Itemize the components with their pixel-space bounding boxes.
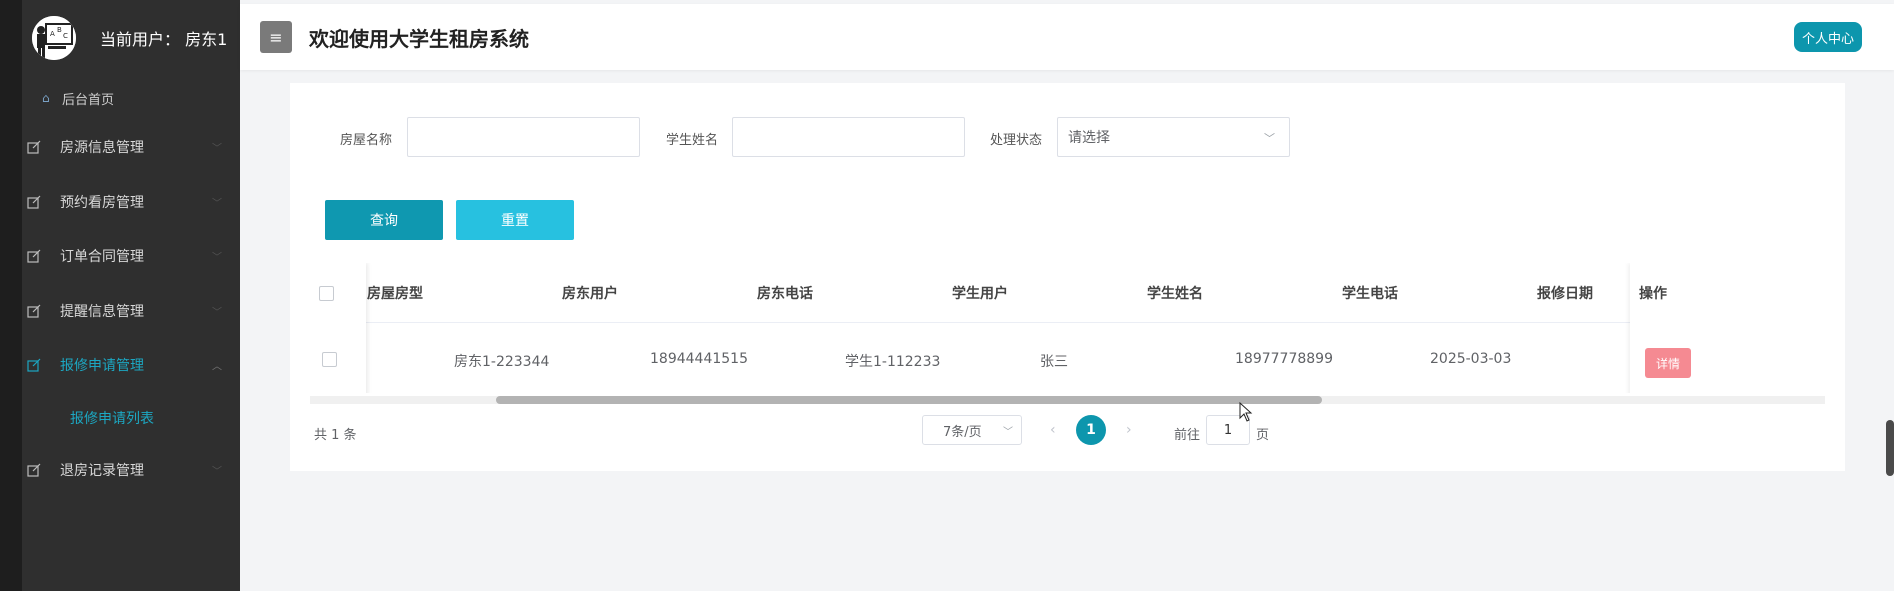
sidebar: A B C 当前用户： 房东1 ⌂ 后台首页 房源信息管理 ﹀ 预约看房管理 ﹀: [22, 0, 240, 591]
home-icon: ⌂: [42, 91, 50, 105]
current-page-button[interactable]: 1: [1076, 415, 1106, 445]
current-user-label: 当前用户： 房东1: [100, 30, 228, 49]
page-title: 欢迎使用大学生租房系统: [309, 26, 529, 51]
row-checkbox[interactable]: [322, 352, 337, 367]
goto-suffix: 页: [1256, 428, 1270, 443]
column-header: 房东电话: [757, 286, 813, 302]
edit-icon: [26, 248, 42, 264]
column-header: 操作: [1639, 286, 1667, 302]
chevron-down-icon: ﹀: [212, 252, 222, 264]
fixed-action-column: 操作 详情: [1630, 263, 1825, 393]
hamburger-icon: ≡: [269, 27, 283, 47]
column-header: 报修日期: [1537, 286, 1593, 302]
sidebar-item-home[interactable]: ⌂ 后台首页: [22, 76, 240, 120]
chevron-down-icon: ﹀: [1264, 132, 1275, 145]
menu-toggle-button[interactable]: ≡: [260, 21, 292, 53]
cell-student-name: 张三: [1040, 354, 1068, 370]
goto-prefix: 前往: [1174, 428, 1201, 443]
filter-bar: 房屋名称 学生姓名 处理状态 请选择 ﹀: [290, 117, 1845, 157]
avatar: A B C: [32, 16, 76, 60]
cell-repair-date: 2025-03-03: [1430, 351, 1512, 367]
edit-icon: [26, 139, 42, 155]
cell-student-phone: 18977778899: [1235, 351, 1333, 367]
page-size-value: 7条/页: [943, 424, 982, 440]
sidebar-item-label: 退房记录管理: [60, 462, 144, 479]
top-bar: ≡ 欢迎使用大学生租房系统 个人中心: [240, 4, 1894, 70]
sidebar-header: A B C 当前用户： 房东1: [22, 0, 240, 76]
detail-button[interactable]: 详情: [1645, 348, 1691, 378]
edit-icon: [26, 357, 42, 373]
sidebar-subitem-repair-list[interactable]: 报修申请列表: [22, 393, 240, 443]
column-header: 房东用户: [562, 286, 618, 302]
reset-button[interactable]: 重置: [456, 200, 574, 240]
vertical-scrollbar[interactable]: [1886, 420, 1894, 476]
prev-page-icon[interactable]: ‹: [1050, 422, 1056, 438]
page-size-select[interactable]: 7条/页 ﹀: [922, 415, 1022, 445]
sidebar-item-label: 后台首页: [62, 92, 115, 108]
fixed-selection-column: [310, 263, 366, 393]
teacher-avatar-icon: A B C: [32, 16, 76, 60]
house-name-label: 房屋名称: [340, 133, 393, 148]
horizontal-scrollbar[interactable]: [310, 396, 1825, 404]
sidebar-item-reminders[interactable]: 提醒信息管理 ﹀: [22, 284, 240, 339]
sidebar-item-label: 房源信息管理: [60, 140, 144, 157]
mouse-cursor-icon: [1239, 402, 1253, 422]
chevron-down-icon: ﹀: [212, 307, 222, 319]
sidebar-item-label: 提醒信息管理: [60, 303, 144, 320]
edit-icon: [26, 462, 42, 478]
sidebar-item-viewing[interactable]: 预约看房管理 ﹀: [22, 175, 240, 230]
table-row: 房东1-223344 18944441515 学生1-112233 张三 189…: [310, 323, 1825, 393]
svg-text:A: A: [50, 30, 55, 38]
table-header: 房屋房型 房东用户 房东电话 学生用户 学生姓名 学生电话 报修日期: [310, 263, 1825, 323]
status-label: 处理状态: [990, 133, 1043, 148]
status-select-placeholder: 请选择: [1068, 130, 1110, 146]
edit-icon: [26, 194, 42, 210]
content-card: 房屋名称 学生姓名 处理状态 请选择 ﹀ 查询 重置 房屋房型 房东用户 房东电…: [290, 83, 1845, 471]
sidebar-item-checkout[interactable]: 退房记录管理 ﹀: [22, 443, 240, 498]
sidebar-item-label: 报修申请管理: [60, 358, 144, 375]
query-button[interactable]: 查询: [325, 200, 443, 240]
sidebar-item-orders[interactable]: 订单合同管理 ﹀: [22, 229, 240, 284]
column-header: 学生姓名: [1147, 286, 1203, 302]
chevron-down-icon: ﹀: [212, 143, 222, 155]
cell-landlord-phone: 18944441515: [650, 351, 748, 367]
sidebar-item-label: 订单合同管理: [60, 249, 144, 266]
status-select[interactable]: 请选择 ﹀: [1057, 117, 1290, 157]
cell-student-user: 学生1-112233: [845, 354, 941, 370]
repair-table: 房屋房型 房东用户 房东电话 学生用户 学生姓名 学生电话 报修日期 房东1-2…: [310, 263, 1825, 393]
select-all-checkbox[interactable]: [319, 286, 334, 301]
personal-center-button[interactable]: 个人中心: [1793, 22, 1862, 52]
next-page-icon[interactable]: ›: [1126, 422, 1132, 438]
student-name-input[interactable]: [732, 117, 965, 157]
sidebar-item-house-info[interactable]: 房源信息管理 ﹀: [22, 120, 240, 175]
pagination: 共 1 条 7条/页 ﹀ ‹ 1 › 前往 1 页: [290, 413, 1845, 453]
column-header: 学生电话: [1342, 286, 1398, 302]
sidebar-item-repairs[interactable]: 报修申请管理 ︿: [22, 338, 240, 393]
chevron-down-icon: ﹀: [212, 198, 222, 210]
student-name-label: 学生姓名: [666, 133, 719, 148]
chevron-down-icon: ﹀: [1003, 427, 1013, 438]
edit-icon: [26, 303, 42, 319]
total-count: 共 1 条: [314, 428, 357, 443]
cell-landlord-user: 房东1-223344: [454, 354, 550, 370]
left-edge-strip: [0, 0, 22, 591]
column-header: 学生用户: [952, 286, 1008, 302]
sidebar-item-label: 预约看房管理: [60, 194, 144, 211]
column-header: 房屋房型: [367, 286, 423, 302]
svg-text:B: B: [57, 26, 62, 34]
chevron-up-icon: ︿: [212, 361, 222, 373]
svg-text:C: C: [63, 32, 68, 40]
chevron-down-icon: ﹀: [212, 466, 222, 478]
horizontal-scroll-thumb[interactable]: [496, 396, 1322, 404]
house-name-input[interactable]: [407, 117, 640, 157]
